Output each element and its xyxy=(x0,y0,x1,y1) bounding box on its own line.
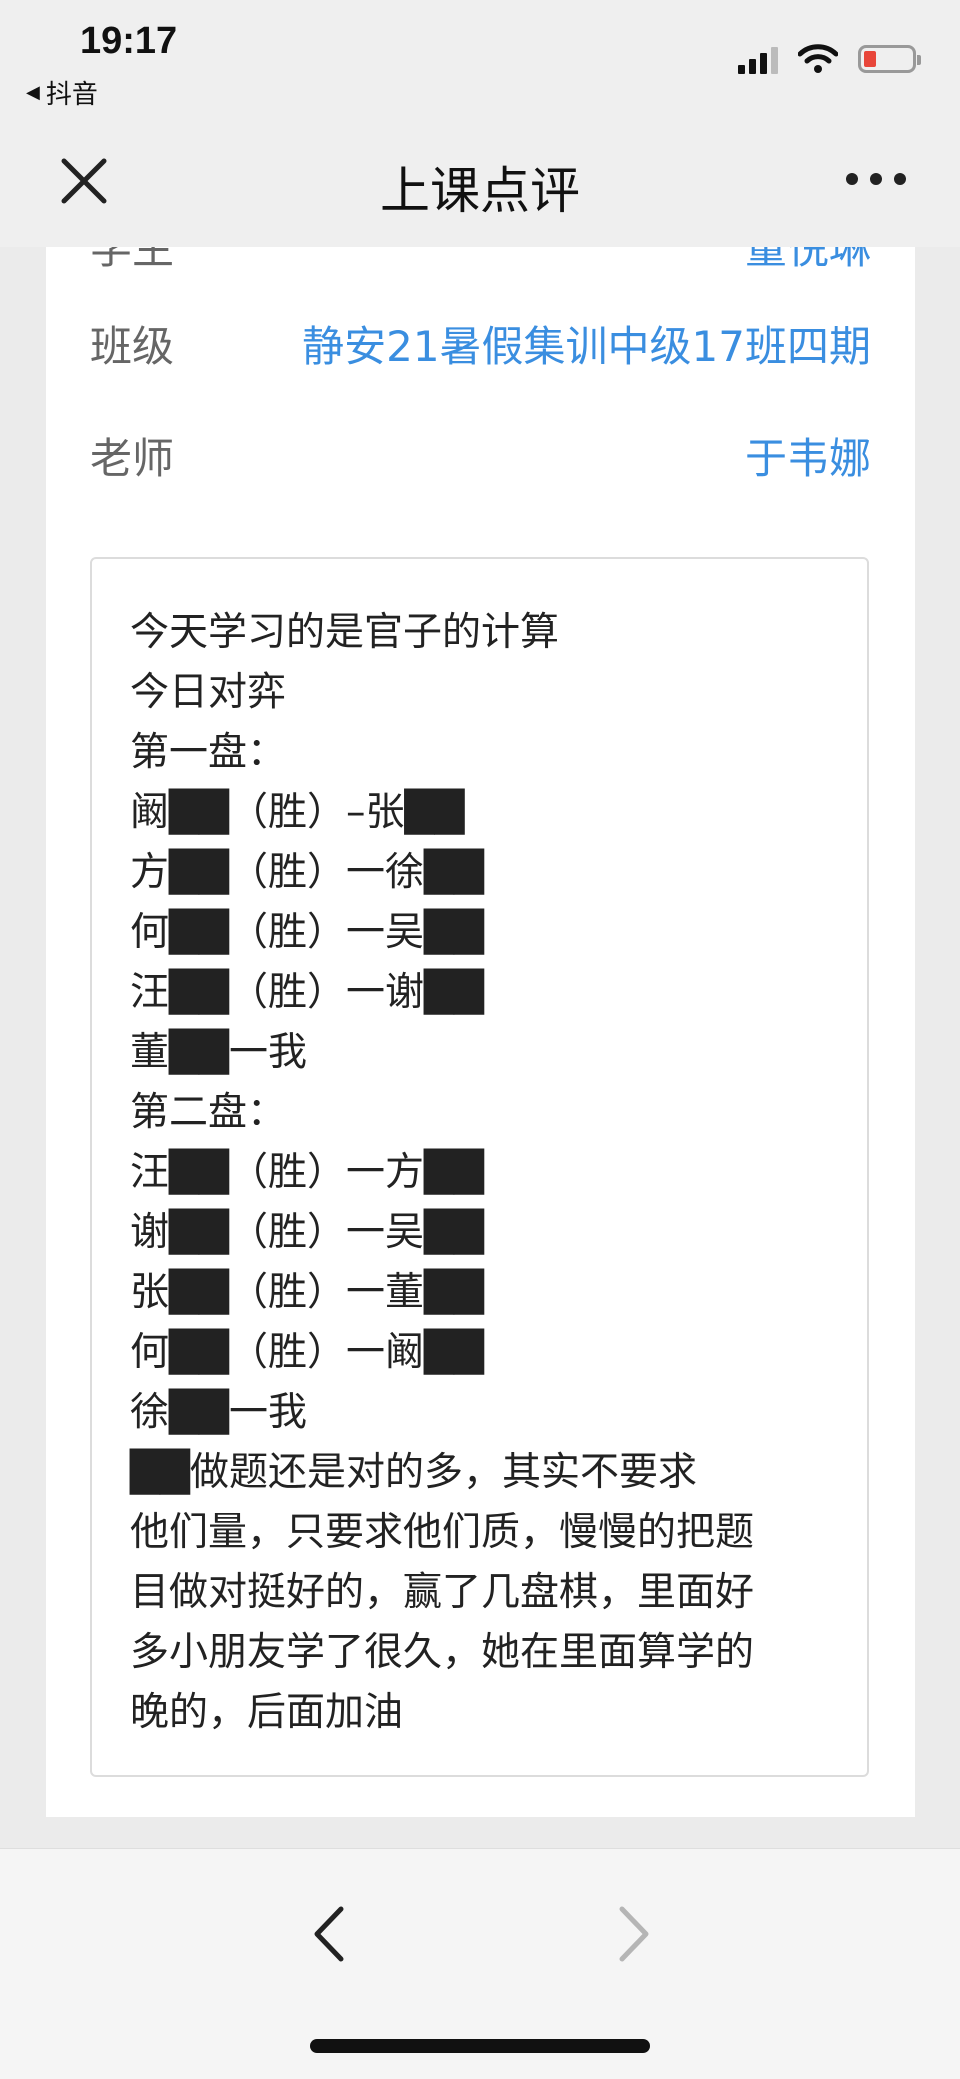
home-indicator[interactable] xyxy=(310,2039,650,2053)
teacher-label: 老师 xyxy=(90,434,175,483)
class-value[interactable]: 静安21暑假集训中级17班四期 xyxy=(302,313,871,374)
comment-line: 谢██（胜）一吴██ xyxy=(130,1210,484,1255)
comment-line: 董██一我 xyxy=(130,1030,307,1075)
status-time: 19:17 xyxy=(80,20,178,62)
comment-line: 目做对挺好的，赢了几盘棋，里面好 xyxy=(130,1570,755,1615)
comment-line: 阚██（胜）–张██ xyxy=(130,790,465,835)
comment-line: 汪██（胜）一谢██ xyxy=(130,970,484,1015)
status-icons xyxy=(738,44,921,74)
chevron-left-icon[interactable] xyxy=(305,1899,355,1969)
status-bar: 19:17 ◀ 抖音 xyxy=(0,0,960,115)
comment-line: 第二盘： xyxy=(130,1090,287,1135)
class-label: 班级 xyxy=(90,322,175,371)
back-to-app-link[interactable]: ◀ 抖音 xyxy=(26,74,98,111)
comment-text: 今天学习的是官子的计算 今日对弈 第一盘： 阚██（胜）–张██ 方██（胜）一… xyxy=(130,603,830,1743)
chevron-right-icon[interactable] xyxy=(608,1899,658,1969)
comment-box: 今天学习的是官子的计算 今日对弈 第一盘： 阚██（胜）–张██ 方██（胜）一… xyxy=(90,557,869,1777)
student-label: 学生 xyxy=(90,247,175,273)
comment-line: 他们量，只要求他们质，慢慢的把题 xyxy=(130,1510,755,1555)
comment-line: 徐██一我 xyxy=(130,1390,307,1435)
comment-line: 多小朋友学了很久，她在里面算学的 xyxy=(130,1630,755,1675)
page-title: 上课点评 xyxy=(380,162,580,220)
battery-icon xyxy=(858,45,921,73)
content-card: 学生 董悦琳 班级 静安21暑假集训中级17班四期 老师 于韦娜 今天学习的是官… xyxy=(46,247,915,1817)
back-triangle-icon: ◀ xyxy=(26,82,40,103)
comment-line: 何██（胜）一阚██ xyxy=(130,1330,484,1375)
comment-line: 今日对弈 xyxy=(130,670,287,715)
battery-level xyxy=(864,51,876,67)
comment-line: 何██（胜）一吴██ xyxy=(130,910,484,955)
comment-line: 第一盘： xyxy=(130,730,287,775)
teacher-value[interactable]: 于韦娜 xyxy=(745,425,871,486)
comment-line: 晚的，后面加油 xyxy=(130,1690,404,1735)
nav-bar: 上课点评 xyxy=(0,115,960,247)
comment-line: 方██（胜）一徐██ xyxy=(130,850,484,895)
cellular-signal-icon xyxy=(738,44,778,74)
wifi-icon xyxy=(798,44,838,73)
student-value: 董悦琳 xyxy=(744,247,871,273)
bottom-toolbar xyxy=(0,1848,960,2079)
class-row: 班级 静安21暑假集训中级17班四期 xyxy=(90,313,871,373)
more-icon[interactable] xyxy=(846,173,906,185)
student-row: 学生 董悦琳 xyxy=(90,247,871,273)
comment-line: 今天学习的是官子的计算 xyxy=(130,610,560,655)
teacher-row: 老师 于韦娜 xyxy=(90,425,871,485)
comment-line: ██做题还是对的多，其实不要求 xyxy=(130,1450,697,1495)
back-app-label: 抖音 xyxy=(45,80,98,110)
comment-line: 汪██（胜）一方██ xyxy=(130,1150,484,1195)
comment-line: 张██（胜）一董██ xyxy=(130,1270,484,1315)
